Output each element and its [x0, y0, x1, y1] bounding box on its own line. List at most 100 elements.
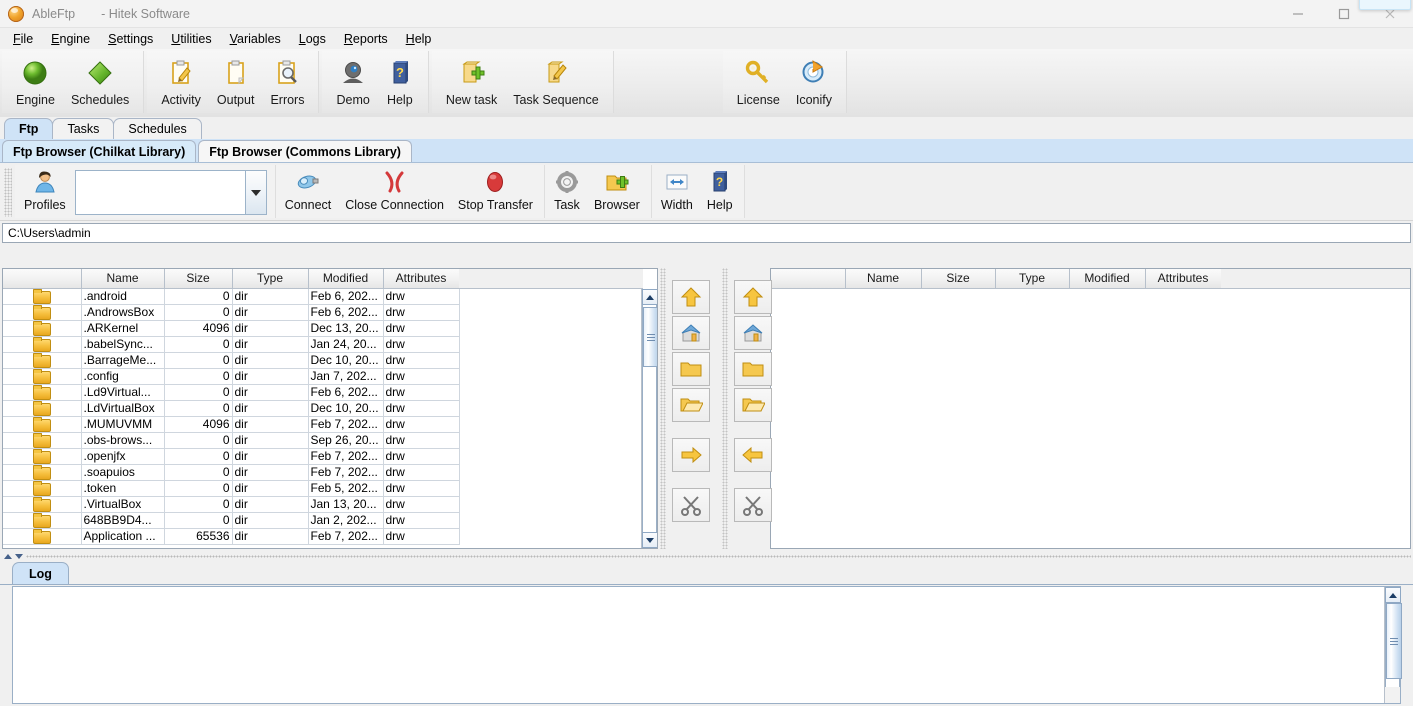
- tab-log[interactable]: Log: [12, 562, 69, 584]
- browser-button[interactable]: Browser: [587, 167, 647, 212]
- menu-item-variables[interactable]: Variables: [221, 30, 290, 48]
- table-row[interactable]: .AndrowsBox 0 dir Feb 6, 202... drw: [3, 304, 460, 321]
- local-path-bar[interactable]: C:\Users\admin: [2, 223, 1411, 243]
- stop-transfer-button[interactable]: Stop Transfer: [451, 167, 540, 212]
- tab-ftp[interactable]: Ftp: [4, 118, 54, 139]
- chevron-down-icon[interactable]: [244, 170, 267, 215]
- remote-new-folder-button[interactable]: [734, 352, 772, 386]
- table-row[interactable]: .LdVirtualBox 0 dir Dec 10, 20... drw: [3, 400, 460, 417]
- upload-button[interactable]: [672, 438, 710, 472]
- log-scroll-thumb[interactable]: [1386, 603, 1402, 679]
- log-scrollbar[interactable]: [1384, 587, 1402, 703]
- splitter-collapse-up-icon[interactable]: [4, 554, 12, 559]
- scroll-track[interactable]: [642, 305, 657, 532]
- download-button[interactable]: [734, 438, 772, 472]
- width-button[interactable]: Width: [654, 167, 700, 212]
- menu-item-settings[interactable]: Settings: [99, 30, 162, 48]
- column-header-size[interactable]: Size: [921, 269, 996, 289]
- toolbar-button-new-task[interactable]: New task: [438, 55, 505, 107]
- toolbar-drag-handle[interactable]: [4, 168, 12, 217]
- table-row[interactable]: .MUMUVMM 4096 dir Feb 7, 202... drw: [3, 416, 460, 433]
- tab-ftp-browser-chilkat[interactable]: Ftp Browser (Chilkat Library): [2, 140, 197, 162]
- table-row[interactable]: .Ld9Virtual... 0 dir Feb 6, 202... drw: [3, 384, 460, 401]
- toolbar-button-help[interactable]: ? Help: [378, 55, 422, 107]
- remote-home-button[interactable]: [734, 316, 772, 350]
- toolbar-button-engine[interactable]: Engine: [8, 55, 63, 107]
- column-header-type[interactable]: Type: [995, 269, 1070, 289]
- local-up-directory-button[interactable]: [672, 280, 710, 314]
- toolbar-button-errors[interactable]: Errors: [262, 55, 312, 107]
- column-header-size[interactable]: Size: [164, 269, 233, 289]
- close-connection-button[interactable]: Close Connection: [338, 167, 451, 212]
- table-row[interactable]: .android 0 dir Feb 6, 202... drw: [3, 288, 460, 305]
- column-header-modified[interactable]: Modified: [1069, 269, 1146, 289]
- local-delete-button[interactable]: [672, 488, 710, 522]
- remote-delete-button[interactable]: [734, 488, 772, 522]
- remote-action-buttons: [730, 280, 776, 561]
- table-row[interactable]: .config 0 dir Jan 7, 202... drw: [3, 368, 460, 385]
- profiles-combo[interactable]: [74, 170, 267, 215]
- splitter-grip[interactable]: [26, 555, 1411, 558]
- menu-item-logs[interactable]: Logs: [290, 30, 335, 48]
- local-panel-scrollbar[interactable]: [641, 289, 657, 548]
- menu-item-engine[interactable]: Engine: [42, 30, 99, 48]
- left-button-column-grip[interactable]: [660, 268, 666, 549]
- minimize-icon[interactable]: [1275, 0, 1321, 28]
- scroll-up-arrow[interactable]: [642, 289, 657, 305]
- connect-button[interactable]: Connect: [278, 167, 339, 212]
- log-scroll-up-arrow[interactable]: [1385, 587, 1401, 603]
- splitter-collapse-down-icon[interactable]: [15, 554, 23, 559]
- ftp-button-label: Browser: [593, 198, 640, 212]
- table-row[interactable]: Application ... 65536 dir Feb 7, 202... drw: [3, 528, 460, 545]
- toolbar-button-iconify[interactable]: Iconify: [788, 55, 840, 107]
- toolbar-button-demo[interactable]: Demo: [328, 55, 377, 107]
- log-scroll-track[interactable]: [1385, 603, 1402, 687]
- horizontal-splitter[interactable]: [0, 552, 1413, 561]
- right-button-column-grip[interactable]: [722, 268, 728, 549]
- menu-item-utilities[interactable]: Utilities: [162, 30, 220, 48]
- table-row[interactable]: 648BB9D4... 0 dir Jan 2, 202... drw: [3, 512, 460, 529]
- scroll-thumb[interactable]: [643, 307, 657, 367]
- toolbar-button-schedules[interactable]: Schedules: [63, 55, 137, 107]
- task-button[interactable]: Task: [547, 167, 587, 212]
- local-header-filler: [459, 269, 643, 289]
- remote-open-folder-button[interactable]: [734, 388, 772, 422]
- remote-up-directory-button[interactable]: [734, 280, 772, 314]
- table-row[interactable]: .VirtualBox 0 dir Jan 13, 20... drw: [3, 496, 460, 513]
- tab-schedules[interactable]: Schedules: [113, 118, 202, 139]
- ftp-help-button[interactable]: ? Help: [700, 167, 740, 212]
- local-home-button[interactable]: [672, 316, 710, 350]
- column-header-type[interactable]: Type: [232, 269, 309, 289]
- column-header-icon[interactable]: [3, 269, 82, 289]
- menu-item-reports[interactable]: Reports: [335, 30, 397, 48]
- table-row[interactable]: .openjfx 0 dir Feb 7, 202... drw: [3, 448, 460, 465]
- menu-item-file[interactable]: File: [4, 30, 42, 48]
- toolbar-button-license[interactable]: License: [729, 55, 788, 107]
- table-row[interactable]: .obs-brows... 0 dir Sep 26, 20... drw: [3, 432, 460, 449]
- toolbar-button-activity[interactable]: Activity: [153, 55, 209, 107]
- column-header-name[interactable]: Name: [845, 269, 922, 289]
- tab-ftp-browser-commons[interactable]: Ftp Browser (Commons Library): [198, 140, 412, 162]
- toolbar-button-output[interactable]: Output: [209, 55, 263, 107]
- column-header-name[interactable]: Name: [81, 269, 165, 289]
- table-row[interactable]: .ARKernel 4096 dir Dec 13, 20... drw: [3, 320, 460, 337]
- column-header-modified[interactable]: Modified: [308, 269, 384, 289]
- local-new-folder-button[interactable]: [672, 352, 710, 386]
- tab-tasks[interactable]: Tasks: [52, 118, 115, 139]
- column-header-attributes[interactable]: Attributes: [1145, 269, 1222, 289]
- table-row[interactable]: .soapuios 0 dir Feb 7, 202... drw: [3, 464, 460, 481]
- local-open-folder-button[interactable]: [672, 388, 710, 422]
- profiles-button[interactable]: Profiles: [17, 167, 73, 212]
- table-row[interactable]: .token 0 dir Feb 5, 202... drw: [3, 480, 460, 497]
- toolbar-button-task-sequence[interactable]: Task Sequence: [505, 55, 606, 107]
- profiles-input[interactable]: [74, 170, 245, 215]
- log-text-area[interactable]: [12, 586, 1402, 704]
- column-header-attributes[interactable]: Attributes: [383, 269, 460, 289]
- scroll-down-arrow[interactable]: [642, 532, 657, 548]
- toolbar-group-task: New task Task Sequence: [431, 51, 614, 113]
- cell-size: 0: [164, 464, 233, 481]
- menu-item-help[interactable]: Help: [397, 30, 441, 48]
- table-row[interactable]: .BarrageMe... 0 dir Dec 10, 20... drw: [3, 352, 460, 369]
- column-header-icon[interactable]: [771, 269, 846, 289]
- table-row[interactable]: .babelSync... 0 dir Jan 24, 20... drw: [3, 336, 460, 353]
